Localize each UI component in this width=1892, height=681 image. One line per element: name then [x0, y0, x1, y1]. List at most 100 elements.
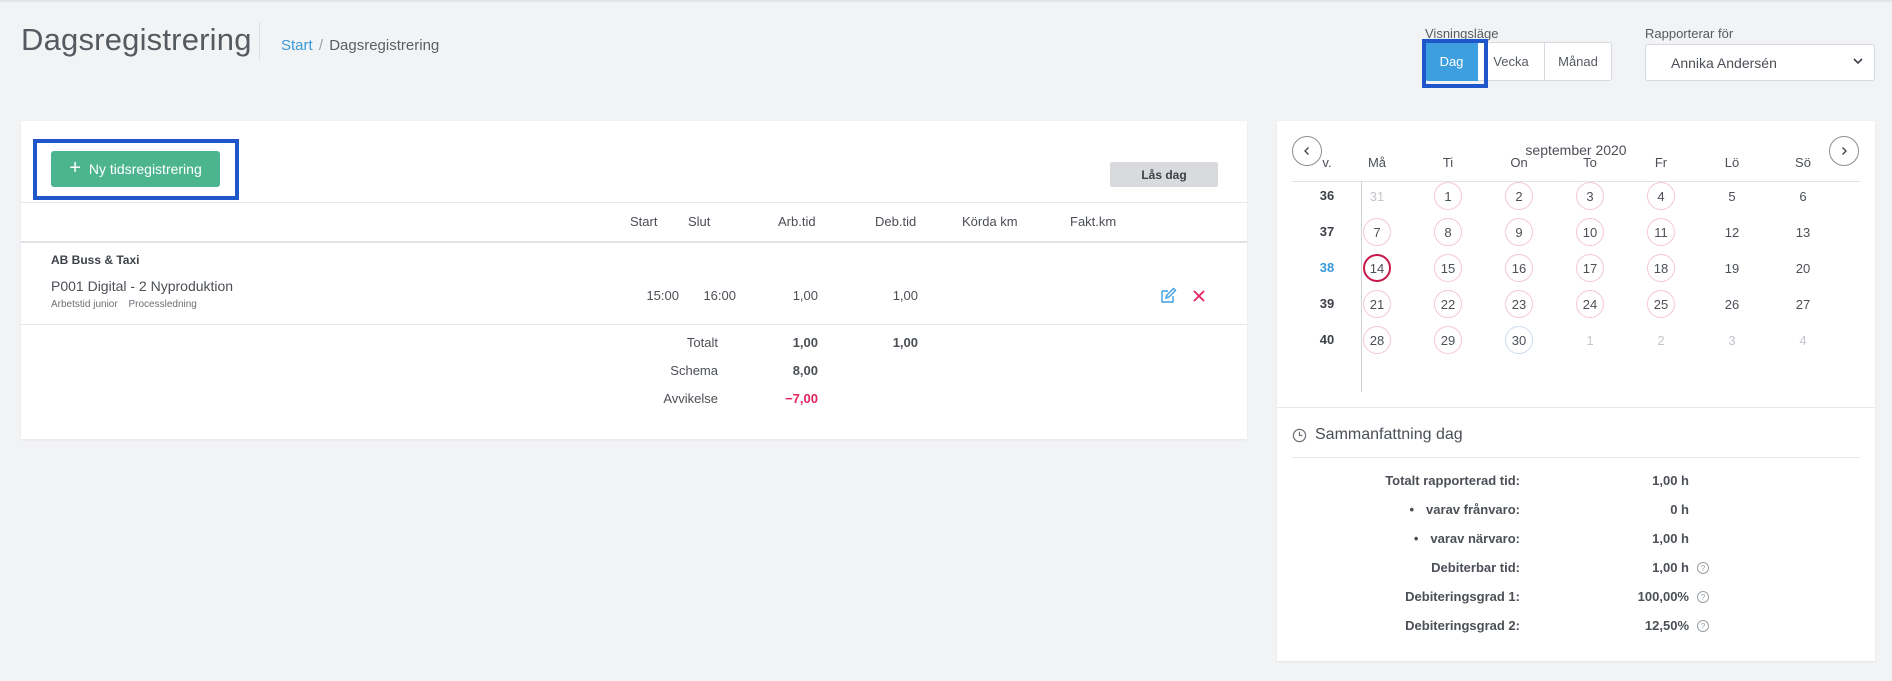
col-header-invoiced-km: Fakt.km [1070, 214, 1117, 229]
calendar-day[interactable]: 24 [1576, 290, 1604, 318]
calendar-day[interactable]: 7 [1363, 218, 1391, 246]
total-work-time: 1,00 [792, 335, 818, 350]
entry-customer: AB Buss & Taxi [51, 253, 140, 267]
calendar-day[interactable]: 23 [1505, 290, 1533, 318]
title-divider [259, 22, 260, 60]
edit-icon[interactable] [1159, 287, 1177, 305]
summary-label-absence: • varav frånvaro: [1409, 502, 1520, 517]
calendar-day[interactable]: 5 [1718, 182, 1746, 210]
calendar-day: 1 [1586, 332, 1594, 348]
plus-icon: + [69, 157, 81, 179]
calendar-day[interactable]: 3 [1576, 182, 1604, 210]
view-day-button[interactable]: Dag [1425, 42, 1478, 81]
day-header: Må [1367, 155, 1387, 170]
calendar-day: 2 [1657, 332, 1665, 348]
calendar-day[interactable]: 6 [1789, 182, 1817, 210]
new-time-entry-label: Ny tidsregistrering [88, 161, 202, 177]
summary-label-total: Totalt rapporterad tid: [1385, 473, 1520, 488]
calendar-day[interactable]: 12 [1718, 218, 1746, 246]
help-icon[interactable]: ? [1697, 591, 1709, 603]
calendar-day[interactable]: 22 [1434, 290, 1462, 318]
week-number[interactable]: 38 [1307, 260, 1347, 275]
calendar-day[interactable]: 13 [1789, 218, 1817, 246]
summary-label-presence: • varav närvaro: [1414, 531, 1520, 546]
entry-tag: Arbetstid junior [51, 299, 118, 310]
calendar-day[interactable]: 26 [1718, 290, 1746, 318]
clock-icon [1292, 428, 1307, 442]
week-number-header: v. [1322, 155, 1332, 170]
calendar-day[interactable]: 9 [1505, 218, 1533, 246]
chevron-right-icon [1842, 147, 1847, 155]
day-header: To [1583, 155, 1597, 170]
summary-value-total: 1,00 h [1652, 473, 1689, 488]
summary-title: Sammanfattning dag [1292, 426, 1463, 444]
day-header: Fr [1654, 155, 1668, 170]
totals-divider [21, 324, 1247, 325]
day-header: Lö [1724, 155, 1740, 170]
col-header-driven-km: Körda km [962, 214, 1018, 229]
summary-title-divider [1292, 457, 1860, 458]
entry-tags: Arbetstid junior Processledning [51, 299, 205, 310]
calendar-day[interactable]: 18 [1647, 254, 1675, 282]
view-month-button[interactable]: Månad [1545, 42, 1612, 81]
calendar-day[interactable]: 15 [1434, 254, 1462, 282]
col-header-start: Start [630, 214, 658, 229]
day-header: Ti [1442, 155, 1454, 170]
breadcrumb: Start / Dagsregistrering [281, 37, 439, 54]
calendar-panel: september 2020 v. Sammanfattning dag Tot… [1277, 121, 1875, 661]
calendar-day[interactable]: 30 [1505, 326, 1533, 354]
new-time-entry-button[interactable]: + Ny tidsregistrering [51, 151, 220, 187]
day-header: Sö [1795, 155, 1811, 170]
calendar-day[interactable]: 27 [1789, 290, 1817, 318]
week-number[interactable]: 36 [1307, 188, 1347, 203]
entry-tag: Processledning [128, 299, 197, 310]
summary-label-presence-text: varav närvaro: [1430, 531, 1520, 546]
breadcrumb-start-link[interactable]: Start [281, 37, 313, 54]
summary-value-rate1: 100,00% [1637, 589, 1689, 604]
summary-label-absence-text: varav frånvaro: [1426, 502, 1520, 517]
calendar-day[interactable]: 20 [1789, 254, 1817, 282]
help-icon[interactable]: ? [1697, 562, 1709, 574]
day-header: On [1510, 155, 1528, 170]
lock-day-button[interactable]: Lås dag [1110, 162, 1218, 187]
breadcrumb-current: Dagsregistrering [329, 37, 440, 54]
week-number[interactable]: 40 [1307, 332, 1347, 347]
schedule-value: 8,00 [792, 363, 818, 378]
reporter-select[interactable]: Annika Andersén [1645, 44, 1875, 81]
view-week-button[interactable]: Vecka [1478, 42, 1545, 81]
deviation-value: −7,00 [785, 391, 818, 406]
calendar-day[interactable]: 4 [1647, 182, 1675, 210]
week-number[interactable]: 37 [1307, 224, 1347, 239]
calendar-day[interactable]: 29 [1434, 326, 1462, 354]
help-icon[interactable]: ? [1697, 620, 1709, 632]
week-number[interactable]: 39 [1307, 296, 1347, 311]
entry-end: 16:00 [703, 288, 736, 303]
calendar-day[interactable]: 14 [1363, 254, 1391, 282]
summary-value-absence: 0 h [1670, 502, 1689, 517]
calendar-day[interactable]: 2 [1505, 182, 1533, 210]
calendar-day[interactable]: 1 [1434, 182, 1462, 210]
calendar-day: 4 [1799, 332, 1807, 348]
col-header-work-time: Arb.tid [778, 214, 816, 229]
top-border [0, 0, 1892, 2]
schedule-label: Schema [670, 363, 718, 378]
calendar-day[interactable]: 19 [1718, 254, 1746, 282]
calendar-day[interactable]: 8 [1434, 218, 1462, 246]
total-billable: 1,00 [892, 335, 918, 350]
next-month-button[interactable] [1829, 136, 1859, 166]
calendar-day[interactable]: 17 [1576, 254, 1604, 282]
bullet-icon: • [1413, 531, 1419, 546]
calendar-day: 3 [1728, 332, 1736, 348]
calendar-day[interactable]: 16 [1505, 254, 1533, 282]
summary-label-rate1: Debiteringsgrad 1: [1405, 589, 1520, 604]
calendar-day[interactable]: 21 [1363, 290, 1391, 318]
calendar-day[interactable]: 10 [1576, 218, 1604, 246]
summary-value-presence: 1,00 h [1652, 531, 1689, 546]
summary-label-billable: Debiterbar tid: [1431, 560, 1520, 575]
page-title: Dagsregistrering [21, 22, 252, 57]
calendar-day[interactable]: 28 [1363, 326, 1391, 354]
view-mode-toggle: Dag Vecka Månad [1425, 42, 1612, 81]
calendar-day[interactable]: 11 [1647, 218, 1675, 246]
delete-icon[interactable] [1192, 289, 1206, 303]
calendar-day[interactable]: 25 [1647, 290, 1675, 318]
